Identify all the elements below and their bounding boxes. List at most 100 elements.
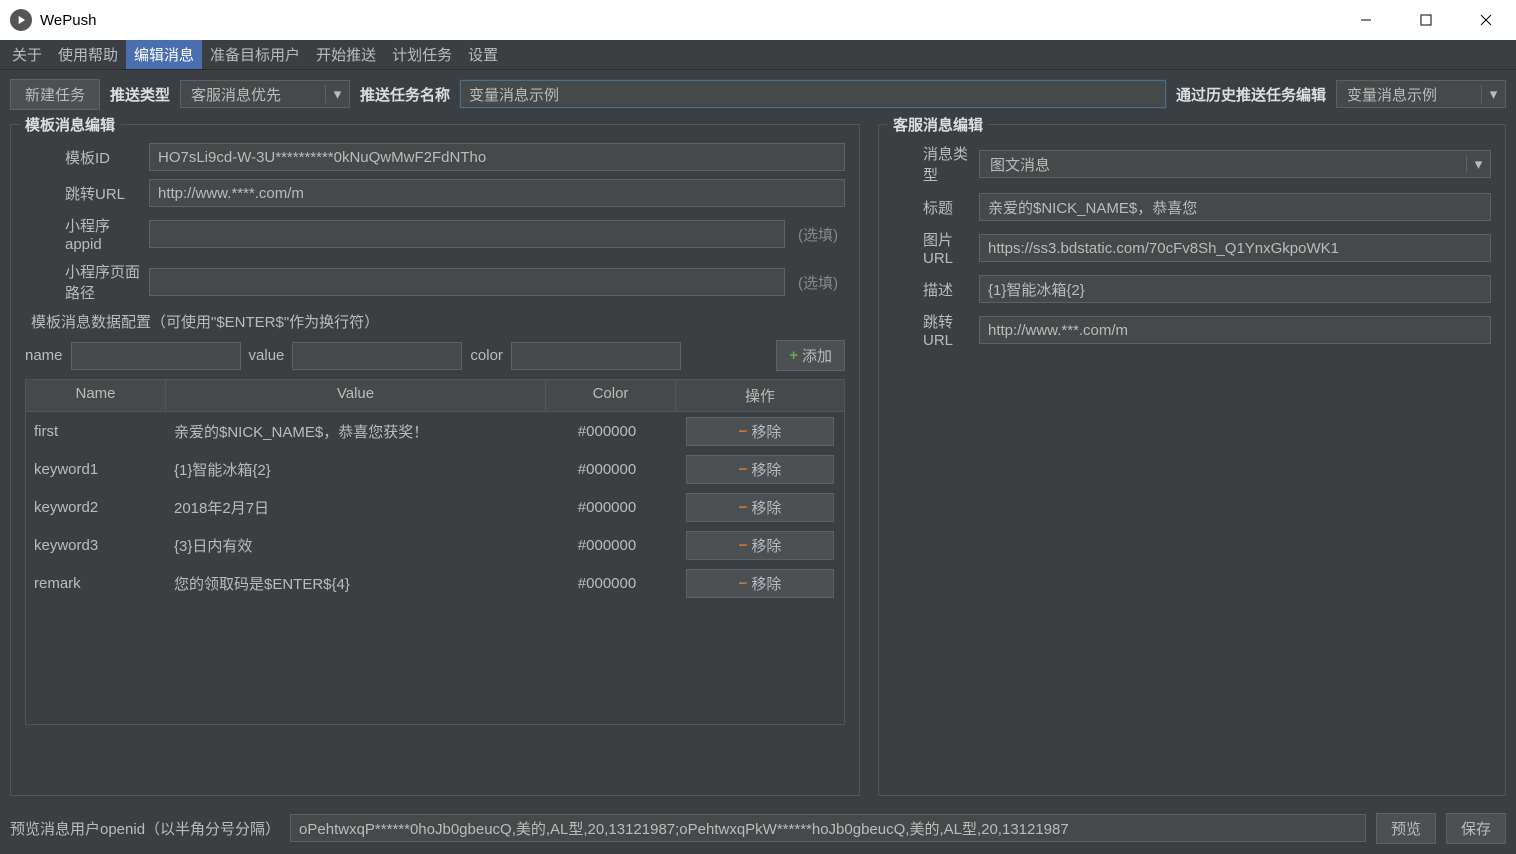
service-panel-title: 客服消息编辑 (887, 114, 989, 135)
cell-color: #000000 (546, 423, 676, 440)
window-titlebar: WePush (0, 0, 1516, 40)
template-panel-title: 模板消息编辑 (19, 114, 121, 135)
remove-button-label: 移除 (751, 535, 781, 556)
add-button-label: 添加 (802, 345, 832, 366)
cell-color: #000000 (546, 461, 676, 478)
cell-name: keyword2 (26, 499, 166, 516)
menu-schedule[interactable]: 计划任务 (384, 40, 460, 69)
remove-button[interactable]: −移除 (686, 531, 834, 560)
config-name-input[interactable] (71, 342, 241, 370)
title-label: 标题 (893, 197, 973, 218)
menu-start-push[interactable]: 开始推送 (308, 40, 384, 69)
add-button[interactable]: + 添加 (776, 340, 845, 371)
app-logo-icon (10, 9, 32, 31)
menu-about[interactable]: 关于 (4, 40, 50, 69)
mini-appid-input[interactable] (149, 220, 785, 248)
window-close-button[interactable] (1456, 0, 1516, 40)
remove-button[interactable]: −移除 (686, 417, 834, 446)
minus-icon: − (739, 461, 748, 478)
config-color-label: color (470, 347, 503, 364)
th-op: 操作 (676, 380, 844, 411)
svc-redirect-url-label: 跳转URL (893, 311, 973, 349)
config-name-label: name (25, 347, 63, 364)
mini-appid-label: 小程序appid (25, 215, 143, 253)
cell-name: first (26, 423, 166, 440)
push-type-label: 推送类型 (110, 84, 170, 105)
task-name-label: 推送任务名称 (360, 84, 450, 105)
cell-value: {1}智能冰箱{2} (166, 459, 546, 480)
cell-name: keyword1 (26, 461, 166, 478)
template-message-panel: 模板消息编辑 模板ID 跳转URL 小程序appid (选填) 小程序页面路径 … (10, 124, 860, 796)
history-label: 通过历史推送任务编辑 (1176, 84, 1326, 105)
history-value: 变量消息示例 (1337, 84, 1481, 105)
mini-path-label: 小程序页面路径 (25, 261, 143, 303)
mini-appid-hint: (选填) (791, 224, 845, 245)
menubar: 关于 使用帮助 编辑消息 准备目标用户 开始推送 计划任务 设置 (0, 40, 1516, 70)
window-minimize-button[interactable] (1336, 0, 1396, 40)
mini-path-hint: (选填) (791, 272, 845, 293)
desc-input[interactable] (979, 275, 1491, 303)
template-id-input[interactable] (149, 143, 845, 171)
redirect-url-input[interactable] (149, 179, 845, 207)
remove-button-label: 移除 (751, 573, 781, 594)
msg-type-select[interactable]: 图文消息 ▾ (979, 150, 1491, 178)
cell-value: 亲爱的$NICK_NAME$，恭喜您获奖！ (166, 421, 546, 442)
config-title: 模板消息数据配置（可使用"$ENTER$"作为换行符） (31, 311, 845, 332)
th-value: Value (166, 380, 546, 411)
config-color-input[interactable] (511, 342, 681, 370)
toolbar: 新建任务 推送类型 客服消息优先 ▾ 推送任务名称 通过历史推送任务编辑 变量消… (0, 70, 1516, 118)
pic-url-input[interactable] (979, 234, 1491, 262)
menu-settings[interactable]: 设置 (460, 40, 506, 69)
remove-button[interactable]: −移除 (686, 455, 834, 484)
menu-prepare-users[interactable]: 准备目标用户 (202, 40, 308, 69)
cell-name: keyword3 (26, 537, 166, 554)
config-value-label: value (249, 347, 285, 364)
preview-button[interactable]: 预览 (1376, 813, 1436, 844)
template-data-table: Name Value Color 操作 first亲爱的$NICK_NAME$，… (25, 379, 845, 725)
window-title: WePush (40, 12, 96, 29)
cell-color: #000000 (546, 537, 676, 554)
table-row: remark您的领取码是$ENTER${4}#000000 −移除 (26, 564, 844, 602)
mini-path-input[interactable] (149, 268, 785, 296)
chevron-down-icon: ▾ (1481, 85, 1505, 103)
window-maximize-button[interactable] (1396, 0, 1456, 40)
msg-type-value: 图文消息 (980, 154, 1466, 175)
remove-button[interactable]: −移除 (686, 493, 834, 522)
service-message-panel: 客服消息编辑 消息类型 图文消息 ▾ 标题 图片URL 描述 跳转URL (878, 124, 1506, 796)
table-row: keyword3{3}日内有效#000000 −移除 (26, 526, 844, 564)
table-row: keyword22018年2月7日#000000−移除 (26, 488, 844, 526)
minus-icon: − (739, 499, 748, 516)
pic-url-label: 图片URL (893, 229, 973, 267)
cell-value: 您的领取码是$ENTER${4} (166, 573, 546, 594)
openid-input[interactable] (290, 814, 1366, 842)
remove-button-label: 移除 (751, 421, 781, 442)
redirect-url-label: 跳转URL (25, 183, 143, 204)
desc-label: 描述 (893, 279, 973, 300)
menu-edit-message[interactable]: 编辑消息 (126, 40, 202, 69)
cell-value: 2018年2月7日 (166, 497, 546, 518)
remove-button-label: 移除 (751, 497, 781, 518)
remove-button-label: 移除 (751, 459, 781, 480)
table-row: keyword1{1}智能冰箱{2}#000000 −移除 (26, 450, 844, 488)
remove-button[interactable]: −移除 (686, 569, 834, 598)
cell-name: remark (26, 575, 166, 592)
chevron-down-icon: ▾ (1466, 155, 1490, 173)
minus-icon: − (739, 575, 748, 592)
table-row: first亲爱的$NICK_NAME$，恭喜您获奖！#000000 −移除 (26, 412, 844, 450)
title-input[interactable] (979, 193, 1491, 221)
cell-value: {3}日内有效 (166, 535, 546, 556)
th-name: Name (26, 380, 166, 411)
save-button[interactable]: 保存 (1446, 813, 1506, 844)
push-type-select[interactable]: 客服消息优先 ▾ (180, 80, 350, 108)
cell-color: #000000 (546, 575, 676, 592)
chevron-down-icon: ▾ (325, 85, 349, 103)
history-select[interactable]: 变量消息示例 ▾ (1336, 80, 1506, 108)
svc-redirect-url-input[interactable] (979, 316, 1491, 344)
task-name-input[interactable] (460, 80, 1166, 108)
config-value-input[interactable] (292, 342, 462, 370)
minus-icon: − (739, 537, 748, 554)
new-task-button[interactable]: 新建任务 (10, 79, 100, 110)
msg-type-label: 消息类型 (893, 143, 973, 185)
menu-help[interactable]: 使用帮助 (50, 40, 126, 69)
bottom-bar: 预览消息用户openid（以半角分号分隔） 预览 保存 (0, 802, 1516, 854)
